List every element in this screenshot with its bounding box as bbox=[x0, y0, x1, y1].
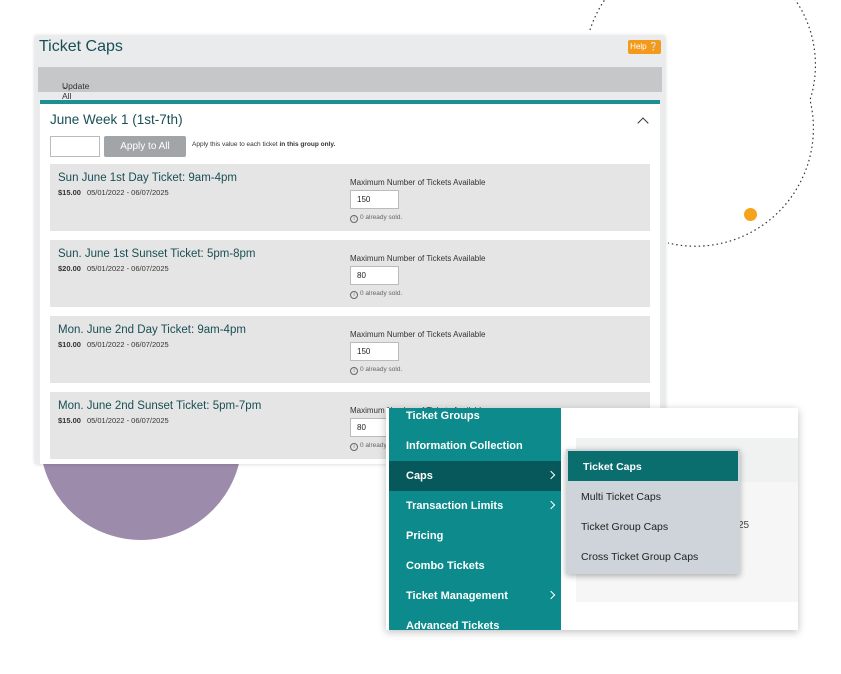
sidebar-item-label: Transaction Limits bbox=[406, 500, 504, 512]
ticket-name: Mon. June 2nd Sunset Ticket: 5pm-7pm bbox=[58, 400, 262, 412]
help-icon: ❔ bbox=[648, 42, 659, 51]
submenu-item-cross-ticket-group-caps[interactable]: Cross Ticket Group Caps bbox=[566, 541, 740, 571]
apply-to-all-button[interactable]: Apply to All bbox=[104, 136, 186, 157]
update-all-dropdown[interactable]: Update All Ticket Caps ⌄ bbox=[38, 67, 662, 121]
ticket-meta: $15.00 05/01/2022 - 06/07/2025 bbox=[58, 188, 169, 197]
submenu-item-label: Multi Ticket Caps bbox=[581, 491, 661, 503]
ticket-meta: $15.00 05/01/2022 - 06/07/2025 bbox=[58, 416, 169, 425]
sold-count: i0 already sold. bbox=[350, 214, 402, 223]
ticket-price: $15.00 bbox=[58, 416, 81, 425]
submenu-item-ticket-caps[interactable]: Ticket Caps bbox=[568, 451, 738, 481]
sidebar-item-pricing[interactable]: Pricing bbox=[389, 521, 561, 551]
sidebar-item-ticket-groups[interactable]: Ticket Groups bbox=[389, 408, 561, 431]
ticket-dates: 05/01/2022 - 06/07/2025 bbox=[86, 340, 169, 349]
sidebar-item-ticket-management[interactable]: Ticket Management bbox=[389, 581, 561, 611]
help-label: Help bbox=[630, 42, 647, 51]
ticket-row: Sun June 1st Day Ticket: 9am-4pm $15.00 0… bbox=[50, 164, 650, 231]
max-tickets-input[interactable]: 150 bbox=[350, 190, 399, 209]
max-tickets-input[interactable]: 150 bbox=[350, 342, 399, 361]
ticket-price: $15.00 bbox=[58, 188, 81, 197]
ticket-meta: $20.00 05/01/2022 - 06/07/2025 bbox=[58, 264, 169, 273]
ticket-row: Mon. June 2nd Day Ticket: 9am-4pm $10.00… bbox=[50, 316, 650, 383]
max-tickets-input[interactable]: 80 bbox=[350, 266, 399, 285]
sidebar-item-caps[interactable]: Caps bbox=[389, 461, 561, 491]
sold-count: i0 already sold. bbox=[350, 290, 402, 299]
info-icon: i bbox=[350, 291, 358, 299]
submenu-item-ticket-group-caps[interactable]: Ticket Group Caps bbox=[566, 511, 740, 541]
chevron-right-icon bbox=[546, 590, 556, 600]
apply-note-bold: in this group only. bbox=[279, 141, 336, 148]
submenu-item-label: Ticket Caps bbox=[583, 461, 642, 473]
ticket-dates: 05/01/2022 - 06/07/2025 bbox=[86, 188, 169, 197]
ticket-price: $20.00 bbox=[58, 264, 81, 273]
chevron-right-icon bbox=[546, 470, 556, 480]
info-icon: i bbox=[350, 215, 358, 223]
sold-text: 0 already sold. bbox=[360, 214, 403, 221]
ticket-dates: 05/01/2022 - 06/07/2025 bbox=[86, 416, 169, 425]
chevron-down-icon: ⌄ bbox=[62, 81, 70, 91]
info-icon: i bbox=[350, 367, 358, 375]
sidebar-item-label: Pricing bbox=[406, 530, 444, 542]
sold-count: i0 already sold. bbox=[350, 366, 402, 375]
sidebar-item-label: Information Collection bbox=[406, 440, 523, 452]
group-title: June Week 1 (1st-7th) bbox=[50, 112, 183, 127]
ticket-price: $10.00 bbox=[58, 340, 81, 349]
submenu-item-label: Ticket Group Caps bbox=[581, 521, 669, 533]
sidebar-item-label: Caps bbox=[406, 470, 433, 482]
ticket-name: Mon. June 2nd Day Ticket: 9am-4pm bbox=[58, 324, 246, 336]
sidebar-item-combo-tickets[interactable]: Combo Tickets bbox=[389, 551, 561, 581]
sidebar-item-label: Ticket Management bbox=[406, 590, 508, 602]
page-title: Ticket Caps bbox=[39, 38, 123, 55]
caps-submenu: Ticket Caps Multi Ticket Caps Ticket Gro… bbox=[566, 449, 740, 574]
ticket-meta: $10.00 05/01/2022 - 06/07/2025 bbox=[58, 340, 169, 349]
chevron-right-icon bbox=[546, 500, 556, 510]
sidebar-item-label: Ticket Groups bbox=[406, 410, 480, 422]
chevron-up-icon[interactable] bbox=[637, 117, 649, 129]
submenu-item-multi-ticket-caps[interactable]: Multi Ticket Caps bbox=[566, 481, 740, 511]
ticket-dates: 05/01/2022 - 06/07/2025 bbox=[86, 264, 169, 273]
sidebar-item-label: Advanced Tickets bbox=[406, 620, 500, 630]
decorative-orange-dot bbox=[744, 208, 757, 221]
sidebar-item-transaction-limits[interactable]: Transaction Limits bbox=[389, 491, 561, 521]
info-icon: i bbox=[350, 443, 358, 451]
apply-note: Apply this value to each ticket in this … bbox=[192, 141, 335, 148]
max-tickets-label: Maximum Number of Tickets Available bbox=[350, 178, 486, 187]
sidebar-item-label: Combo Tickets bbox=[406, 560, 485, 572]
max-tickets-label: Maximum Number of Tickets Available bbox=[350, 330, 486, 339]
sold-text: 0 already sold. bbox=[360, 366, 403, 373]
help-button[interactable]: Help ❔ bbox=[628, 40, 661, 54]
ticket-name: Sun. June 1st Sunset Ticket: 5pm-8pm bbox=[58, 248, 256, 260]
sidebar-item-advanced-tickets[interactable]: Advanced Tickets bbox=[389, 611, 561, 630]
ticket-caps-panel: Ticket Caps Help ❔ Update All Ticket Cap… bbox=[35, 36, 665, 464]
apply-note-text: Apply this value to each ticket bbox=[192, 141, 278, 148]
apply-value-input[interactable] bbox=[50, 136, 100, 157]
submenu-item-label: Cross Ticket Group Caps bbox=[581, 551, 699, 563]
ticket-row: Sun. June 1st Sunset Ticket: 5pm-8pm $20… bbox=[50, 240, 650, 307]
sidebar-menu: Ticket Groups Information Collection Cap… bbox=[389, 408, 561, 630]
sold-text: 0 already sold. bbox=[360, 290, 403, 297]
ticket-name: Sun June 1st Day Ticket: 9am-4pm bbox=[58, 172, 237, 184]
max-tickets-label: Maximum Number of Tickets Available bbox=[350, 254, 486, 263]
sidebar-item-information-collection[interactable]: Information Collection bbox=[389, 431, 561, 461]
